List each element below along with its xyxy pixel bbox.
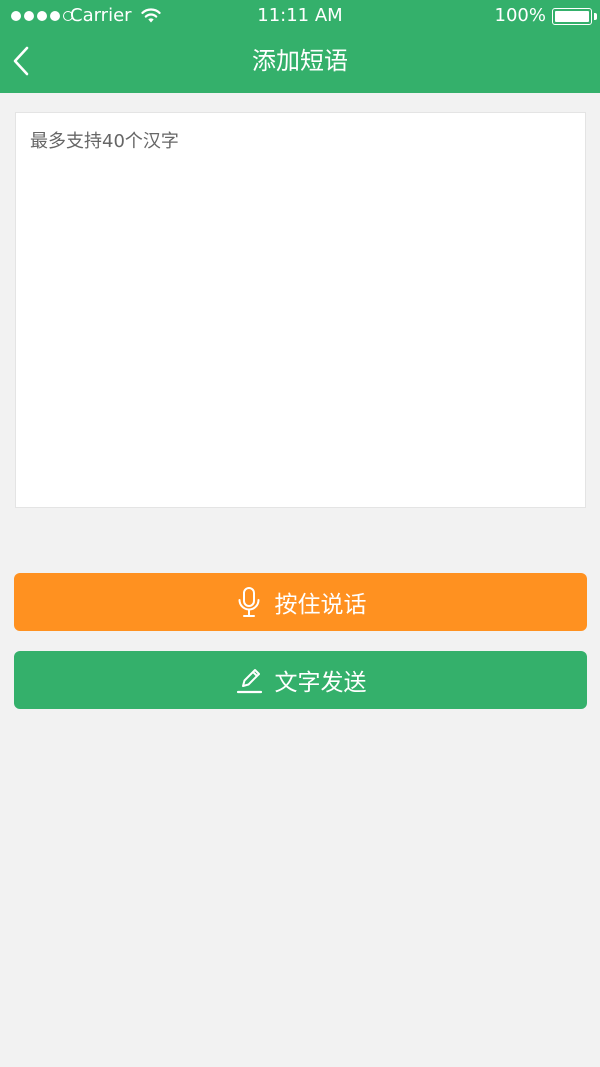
battery-tip [594,13,597,20]
pencil-icon [236,669,262,694]
top-bar: Carrier 11:11 AM 100% 添加短语 [0,0,600,93]
screen: Carrier 11:11 AM 100% 添加短语 按住说话 [0,0,600,1067]
status-bar: Carrier 11:11 AM 100% [0,0,600,32]
text-send-label: 文字发送 [274,670,367,696]
text-send-button[interactable]: 文字发送 [14,651,587,709]
phrase-input[interactable] [16,113,585,507]
battery-percentage: 100% [494,5,546,26]
phrase-input-container [15,112,586,508]
page-title: 添加短语 [252,47,348,75]
hold-to-talk-button[interactable]: 按住说话 [14,573,587,631]
microphone-icon [238,587,259,617]
battery-icon [552,8,592,25]
hold-to-talk-label: 按住说话 [274,592,367,618]
